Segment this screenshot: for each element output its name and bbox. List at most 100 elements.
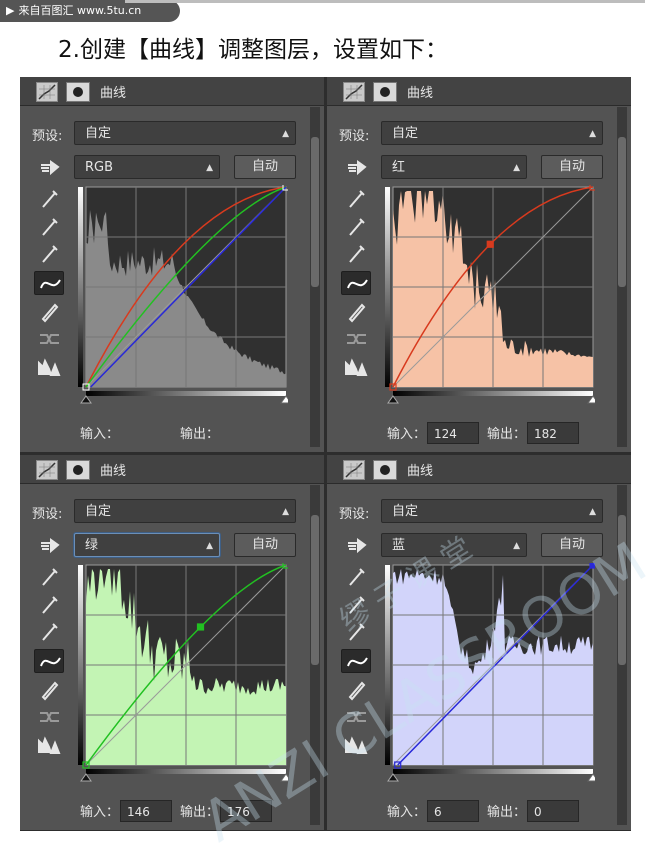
output-value-field[interactable]: 182: [527, 422, 579, 444]
white-point-slider[interactable]: [280, 395, 288, 404]
channel-value: 绿: [85, 538, 99, 553]
on-image-adjust-hand-icon[interactable]: [38, 535, 62, 555]
panel-title-bar: 曲线: [327, 455, 631, 484]
on-image-adjust-hand-icon[interactable]: [345, 157, 369, 177]
input-value-field[interactable]: 124: [427, 422, 479, 444]
black-point-slider[interactable]: [80, 395, 92, 404]
input-gradient-bar: [393, 391, 593, 396]
gray-point-eyedropper-icon[interactable]: [34, 215, 64, 239]
white-point-eyedropper-icon[interactable]: [341, 620, 371, 644]
curve-point[interactable]: [196, 623, 205, 631]
select-arrows-icon: ▲: [206, 163, 213, 173]
curves-panel-red: 曲线 预设: 自定 ▲ 红 ▲ 自动 输入： 124 输出： 182: [327, 77, 631, 452]
channel-select[interactable]: 红 ▲: [381, 155, 527, 179]
curve-point-edit-icon[interactable]: [34, 649, 64, 673]
black-point-eyedropper-icon[interactable]: [341, 565, 371, 589]
output-value-field[interactable]: 176: [220, 800, 272, 822]
panel-scrollbar[interactable]: [310, 485, 320, 825]
output-gradient-bar: [78, 187, 83, 387]
preset-select[interactable]: 自定 ▲: [381, 121, 603, 145]
scrollbar-thumb[interactable]: [311, 137, 319, 287]
channel-select[interactable]: 绿 ▲: [74, 533, 220, 557]
curve-point-edit-icon[interactable]: [341, 271, 371, 295]
play-icon: ▶: [6, 4, 15, 17]
input-label: 输入：: [387, 805, 427, 820]
channel-select[interactable]: RGB ▲: [74, 155, 220, 179]
clipping-warning-icon[interactable]: [341, 355, 371, 379]
white-point-slider[interactable]: [587, 395, 595, 404]
scrollbar-thumb[interactable]: [311, 515, 319, 665]
curves-adjustment-icon[interactable]: [36, 82, 58, 102]
pencil-icon[interactable]: [34, 299, 64, 323]
input-gradient-bar: [393, 769, 593, 774]
black-point-slider[interactable]: [80, 773, 92, 782]
white-point-eyedropper-icon[interactable]: [341, 242, 371, 266]
curves-graph[interactable]: [78, 563, 288, 783]
smooth-curve-icon[interactable]: [34, 705, 64, 729]
clipping-warning-icon[interactable]: [341, 733, 371, 757]
black-point-slider[interactable]: [387, 773, 399, 782]
panel-scrollbar[interactable]: [617, 485, 627, 825]
preset-select[interactable]: 自定 ▲: [74, 121, 296, 145]
curves-adjustment-icon[interactable]: [36, 460, 58, 480]
layer-mask-icon[interactable]: [66, 82, 90, 102]
white-point-eyedropper-icon[interactable]: [34, 620, 64, 644]
white-point-slider[interactable]: [280, 773, 288, 782]
white-point-eyedropper-icon[interactable]: [34, 242, 64, 266]
curve-point[interactable]: [589, 563, 595, 569]
layer-mask-icon[interactable]: [66, 460, 90, 480]
curves-adjustment-icon[interactable]: [343, 460, 365, 480]
page-heading: 2.创建【曲线】调整图层，设置如下：: [58, 37, 448, 63]
gray-point-eyedropper-icon[interactable]: [34, 593, 64, 617]
auto-button[interactable]: 自动: [541, 533, 603, 557]
curves-graph[interactable]: [78, 185, 288, 405]
panel-title: 曲线: [407, 86, 434, 101]
on-image-adjust-hand-icon[interactable]: [345, 535, 369, 555]
panel-scrollbar[interactable]: [617, 107, 627, 447]
curves-adjustment-icon[interactable]: [343, 82, 365, 102]
input-value-field[interactable]: 146: [120, 800, 172, 822]
curve-point-edit-icon[interactable]: [34, 271, 64, 295]
pencil-icon[interactable]: [341, 299, 371, 323]
on-image-adjust-hand-icon[interactable]: [38, 157, 62, 177]
clipping-warning-icon[interactable]: [34, 355, 64, 379]
preset-select[interactable]: 自定 ▲: [74, 499, 296, 523]
output-label: 输出：: [180, 427, 220, 442]
black-point-slider[interactable]: [387, 395, 399, 404]
pencil-icon[interactable]: [34, 677, 64, 701]
curve-point-edit-icon[interactable]: [341, 649, 371, 673]
clipping-warning-icon[interactable]: [34, 733, 64, 757]
black-point-eyedropper-icon[interactable]: [341, 187, 371, 211]
curves-graph[interactable]: [385, 563, 595, 783]
output-value-field[interactable]: 0: [527, 800, 579, 822]
curve-point[interactable]: [486, 240, 494, 248]
panel-scrollbar[interactable]: [310, 107, 320, 447]
smooth-curve-icon[interactable]: [341, 705, 371, 729]
curves-panel-green: 曲线 预设: 自定 ▲ 绿 ▲ 自动 输入： 146 输出： 176: [20, 455, 324, 830]
curves-graph[interactable]: [385, 185, 595, 405]
layer-mask-icon[interactable]: [373, 460, 397, 480]
pencil-icon[interactable]: [341, 677, 371, 701]
input-label: 输入：: [80, 427, 120, 442]
input-label: 输入：: [387, 427, 427, 442]
smooth-curve-icon[interactable]: [341, 327, 371, 351]
black-point-eyedropper-icon[interactable]: [34, 565, 64, 589]
layer-mask-icon[interactable]: [373, 82, 397, 102]
preset-select[interactable]: 自定 ▲: [381, 499, 603, 523]
auto-button[interactable]: 自动: [234, 533, 296, 557]
panel-title-bar: 曲线: [20, 455, 324, 484]
auto-button[interactable]: 自动: [541, 155, 603, 179]
curves-panel-rgb: 曲线 预设: 自定 ▲ RGB ▲ 自动 输入： 输出：: [20, 77, 324, 452]
input-value-field[interactable]: 6: [427, 800, 479, 822]
select-arrows-icon: ▲: [589, 507, 596, 517]
white-point-slider[interactable]: [587, 773, 595, 782]
scrollbar-thumb[interactable]: [618, 515, 626, 665]
panel-title: 曲线: [407, 464, 434, 479]
scrollbar-thumb[interactable]: [618, 137, 626, 287]
channel-select[interactable]: 蓝 ▲: [381, 533, 527, 557]
black-point-eyedropper-icon[interactable]: [34, 187, 64, 211]
smooth-curve-icon[interactable]: [34, 327, 64, 351]
auto-button[interactable]: 自动: [234, 155, 296, 179]
gray-point-eyedropper-icon[interactable]: [341, 593, 371, 617]
gray-point-eyedropper-icon[interactable]: [341, 215, 371, 239]
